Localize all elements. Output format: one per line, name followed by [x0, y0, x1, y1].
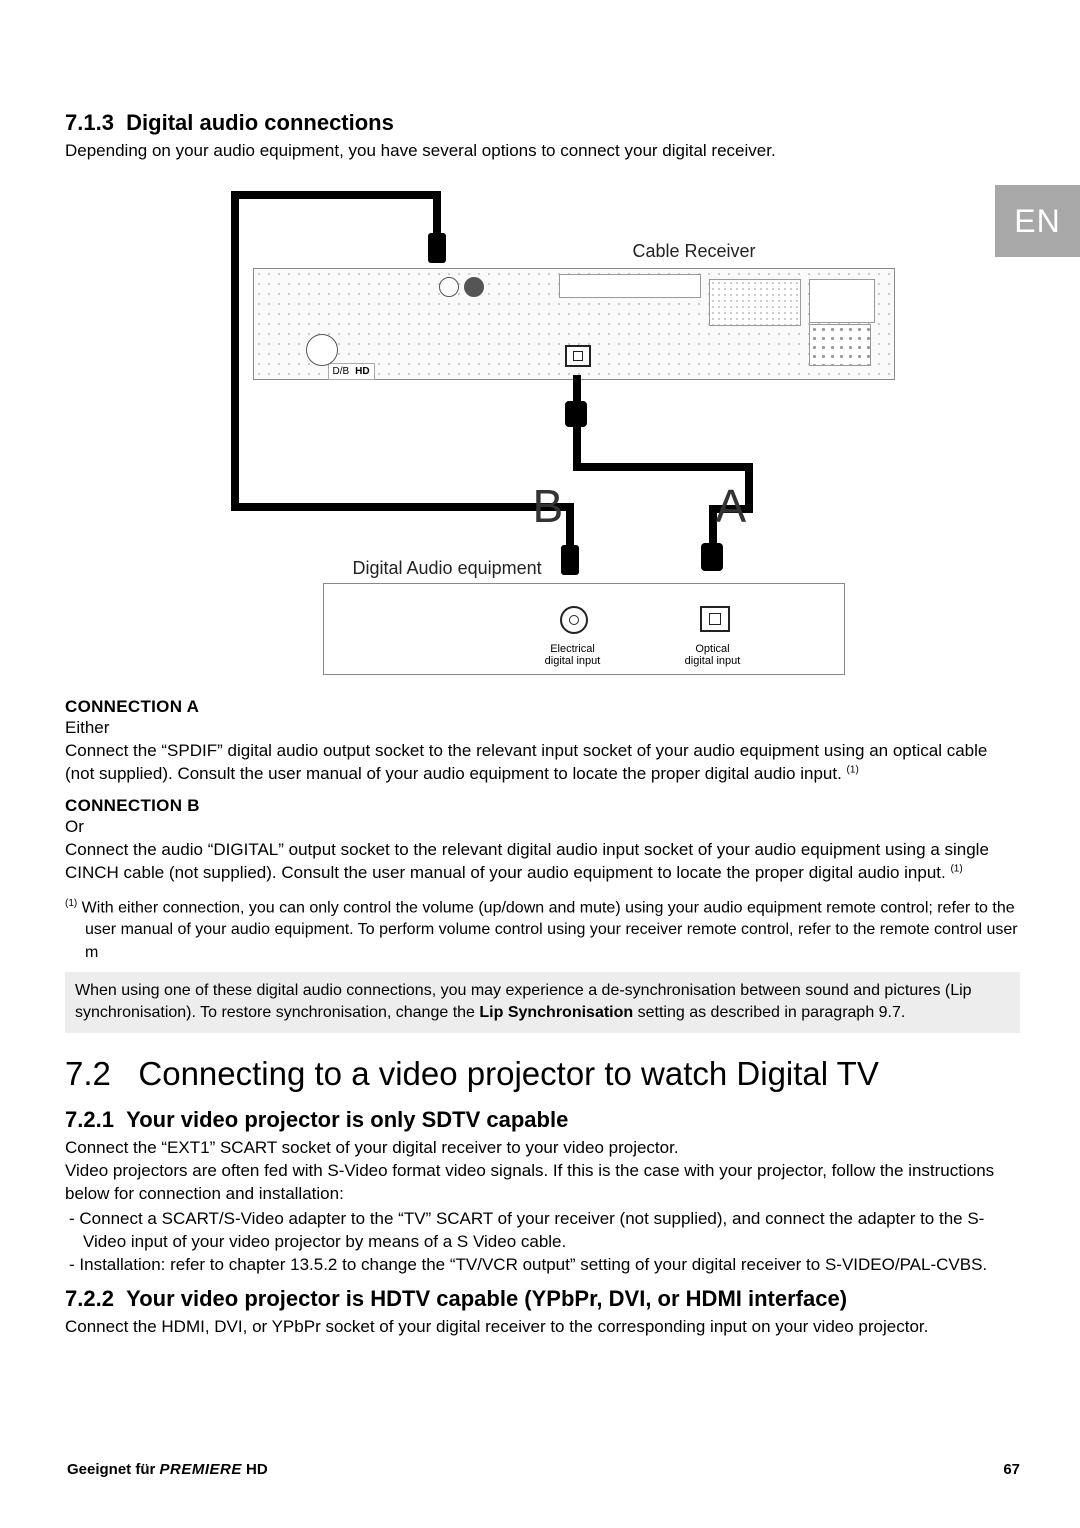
- intro-text: Depending on your audio equipment, you h…: [65, 140, 1020, 163]
- footer-left: Geeignet für PREMIERE HD: [67, 1461, 268, 1478]
- s721-p1: Connect the “EXT1” SCART socket of your …: [65, 1137, 1020, 1160]
- spdif-out-icon: [565, 345, 591, 367]
- coax-port-icon: [439, 277, 459, 297]
- heading-7-2-2: 7.2.2 Your video projector is HDTV capab…: [65, 1286, 1020, 1312]
- heading-number: 7.2.1: [65, 1107, 114, 1132]
- page-footer: Geeignet für PREMIERE HD 67: [67, 1461, 1020, 1478]
- letter-b: B: [533, 479, 564, 533]
- cable-a: [573, 427, 581, 467]
- footnote-1: (1) With either connection, you can only…: [65, 897, 1020, 965]
- optical-plug-icon: [565, 401, 587, 427]
- cable-b: [566, 503, 574, 548]
- letter-a: A: [716, 479, 747, 533]
- heading-number: 7.2.2: [65, 1286, 114, 1311]
- connection-a-head: CONNECTION A: [65, 697, 1020, 717]
- s722-p1: Connect the HDMI, DVI, or YPbPr socket o…: [65, 1316, 1020, 1339]
- plug-icon: [428, 233, 446, 263]
- cable-a: [573, 463, 753, 471]
- speaker-panel: [809, 324, 871, 366]
- rating-label: [809, 279, 875, 323]
- heading-7-2-1: 7.2.1 Your video projector is only SDTV …: [65, 1107, 1020, 1133]
- electrical-caption: Electricaldigital input: [533, 643, 613, 667]
- optical-caption: Opticaldigital input: [673, 643, 753, 667]
- connection-b-head: CONNECTION B: [65, 796, 1020, 816]
- vent-panel: [709, 279, 801, 326]
- list-item: Connect a SCART/S-Video adapter to the “…: [83, 1208, 1020, 1254]
- slot-panel: [559, 274, 701, 298]
- cable-b: [231, 191, 437, 199]
- optical-digital-input-icon: [700, 606, 730, 632]
- connection-b-or: Or: [65, 816, 1020, 839]
- connection-b-body: Connect the audio “DIGITAL” output socke…: [65, 839, 1020, 885]
- smartcard-icon: [306, 334, 338, 366]
- heading-text: Your video projector is HDTV capable (YP…: [126, 1286, 847, 1311]
- cable-b: [231, 503, 566, 511]
- heading-number: 7.1.3: [65, 110, 114, 135]
- button-icon: [464, 277, 484, 297]
- heading-number: 7.2: [65, 1055, 111, 1092]
- heading-text: Your video projector is only SDTV capabl…: [126, 1107, 568, 1132]
- heading-text: Digital audio connections: [126, 110, 394, 135]
- cable-b: [433, 191, 441, 236]
- connection-a-body: Connect the “SPDIF” digital audio output…: [65, 740, 1020, 786]
- page-number: 67: [1003, 1461, 1020, 1478]
- cable-b: [231, 191, 239, 511]
- lip-sync-infobox: When using one of these digital audio co…: [65, 972, 1020, 1033]
- language-tab: EN: [995, 185, 1080, 257]
- cable-receiver-label: Cable Receiver: [633, 241, 756, 262]
- s721-p2: Video projectors are often fed with S-Vi…: [65, 1160, 1020, 1206]
- connection-diagram: D/BHD Cable Receiver Digital Audio equip…: [193, 183, 893, 683]
- list-item: Installation: refer to chapter 13.5.2 to…: [83, 1254, 1020, 1277]
- optical-plug-icon: [701, 543, 723, 571]
- connection-a-either: Either: [65, 717, 1020, 740]
- electrical-digital-input-icon: [560, 606, 588, 634]
- heading-7-2: 7.2 Connecting to a video projector to w…: [65, 1055, 1020, 1093]
- audio-equipment-label: Digital Audio equipment: [353, 558, 542, 579]
- s721-list: Connect a SCART/S-Video adapter to the “…: [65, 1208, 1020, 1277]
- heading-text: Connecting to a video projector to watch…: [138, 1055, 878, 1092]
- device-logos: D/BHD: [328, 363, 375, 380]
- plug-icon: [561, 545, 579, 575]
- heading-7-1-3: 7.1.3 Digital audio connections: [65, 110, 1020, 136]
